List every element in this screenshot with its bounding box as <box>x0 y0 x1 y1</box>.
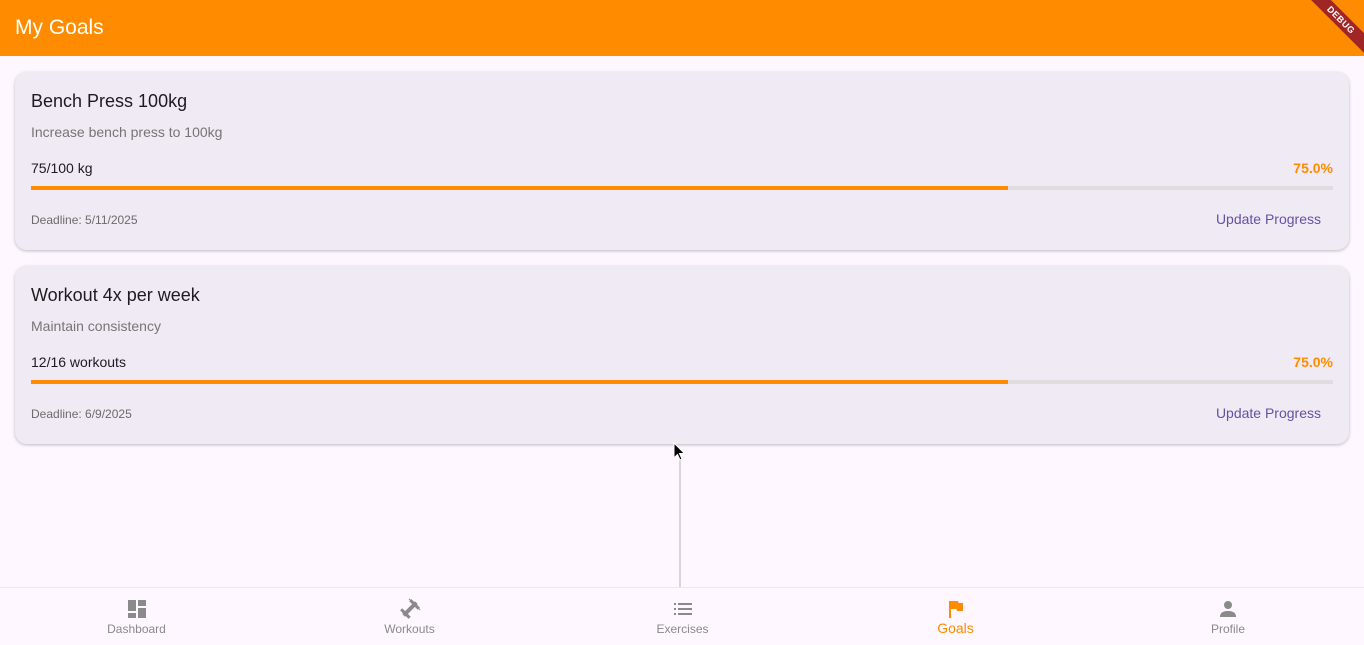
nav-label: Goals <box>937 620 974 636</box>
goal-progress-fill <box>31 186 1008 190</box>
mouse-pointer-icon <box>673 442 686 461</box>
goal-progress-bar <box>31 380 1333 384</box>
goal-progress-text: 12/16 workouts <box>31 354 126 370</box>
goal-title: Bench Press 100kg <box>31 91 188 111</box>
app-bar: My Goals DEBUG <box>0 0 1364 56</box>
goal-percent: 75.0% <box>1293 354 1333 370</box>
goal-description: Increase bench press to 100kg <box>31 124 223 140</box>
goal-progress-bar <box>31 186 1333 190</box>
nav-label: Profile <box>1210 622 1245 636</box>
update-progress-button[interactable]: Update Progress <box>1216 211 1321 227</box>
goal-deadline: Deadline: 6/9/2025 <box>31 407 132 421</box>
nav-item-workouts[interactable]: Workouts <box>273 588 546 645</box>
nav-item-dashboard[interactable]: Dashboard <box>0 588 273 645</box>
goal-title: Workout 4x per week <box>31 285 200 305</box>
nav-item-goals[interactable]: Goals <box>819 588 1092 645</box>
goals-list: Bench Press 100kg Increase bench press t… <box>0 56 1364 587</box>
goal-description: Maintain consistency <box>31 318 161 334</box>
nav-label: Exercises <box>656 622 709 636</box>
goal-progress-text: 75/100 kg <box>31 160 93 176</box>
goal-percent: 75.0% <box>1293 160 1333 176</box>
dumbbell-icon <box>399 598 421 620</box>
debug-banner: DEBUG <box>1304 0 1364 56</box>
list-icon <box>672 598 694 620</box>
update-progress-button[interactable]: Update Progress <box>1216 405 1321 421</box>
person-icon <box>1217 598 1239 620</box>
flag-icon <box>945 598 967 620</box>
nav-item-profile[interactable]: Profile <box>1092 588 1364 645</box>
bottom-navigation: Dashboard Workouts Exercises Goals Profi… <box>0 587 1364 645</box>
goal-card: Bench Press 100kg Increase bench press t… <box>15 72 1349 250</box>
dashboard-icon <box>126 598 148 620</box>
nav-label: Dashboard <box>107 622 166 636</box>
goal-card: Workout 4x per week Maintain consistency… <box>15 266 1349 444</box>
goal-deadline: Deadline: 5/11/2025 <box>31 213 138 227</box>
debug-banner-label: DEBUG <box>1304 0 1364 56</box>
nav-item-exercises[interactable]: Exercises <box>546 588 819 645</box>
page-title: My Goals <box>15 16 104 39</box>
nav-label: Workouts <box>384 622 435 636</box>
goal-progress-fill <box>31 380 1008 384</box>
